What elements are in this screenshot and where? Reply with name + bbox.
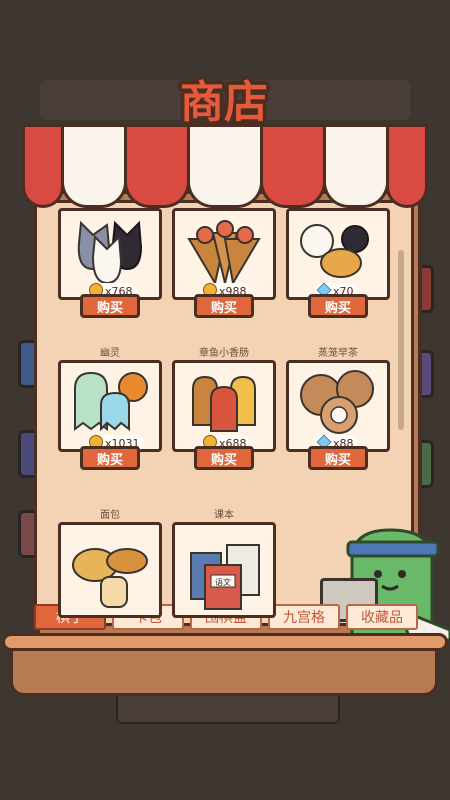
buy-button[interactable]: 购买 — [194, 446, 254, 470]
item-box: x1031 — [58, 360, 162, 452]
shop-item-card[interactable]: 章鱼小香肠 x688 购买 — [172, 348, 276, 470]
buy-button[interactable]: 购买 — [80, 294, 140, 318]
buy-button[interactable]: 购买 — [80, 446, 140, 470]
item-box — [58, 522, 162, 618]
awning-scallop — [386, 182, 428, 208]
textbook-pieces-icon: 语文 — [190, 544, 260, 610]
bread-pieces-icon — [72, 548, 148, 608]
shop-item-card[interactable]: 幽灵 x1031 购买 — [58, 348, 162, 470]
shop-title: 商店 — [180, 77, 268, 128]
shop-counter-front — [10, 646, 438, 696]
octopus-sausage-icon — [192, 375, 256, 432]
dog-pieces-icon — [300, 224, 369, 278]
item-box: x70 — [286, 208, 390, 300]
shop-item-card[interactable]: 蒸笼早茶 x88 购买 — [286, 348, 390, 470]
takoyaki-cone-icon — [187, 220, 261, 283]
shop-awning — [22, 124, 428, 208]
shop-item-card[interactable]: 课本 语文 — [172, 510, 276, 624]
item-name: 课本 — [214, 510, 234, 521]
scrollbar[interactable] — [398, 250, 404, 430]
item-name: 章鱼小香肠 — [199, 348, 249, 359]
item-box: x768 — [58, 208, 162, 300]
shop-item-card[interactable]: x70 购买 — [286, 198, 390, 318]
item-name: 面包 — [100, 510, 120, 521]
buy-button[interactable]: 购买 — [308, 294, 368, 318]
item-name: 幽灵 — [100, 348, 120, 359]
tab-nine-grid[interactable]: 九宫格 — [268, 604, 340, 630]
buy-button[interactable]: 购买 — [194, 294, 254, 318]
dim-sum-steamer-icon — [300, 370, 374, 434]
buy-button[interactable]: 购买 — [308, 446, 368, 470]
tab-collectibles[interactable]: 收藏品 — [346, 604, 418, 630]
item-box: 语文 — [172, 522, 276, 618]
item-name: 蒸笼早茶 — [318, 348, 358, 359]
ghost-pieces-icon — [74, 371, 148, 432]
item-box: x88 — [286, 360, 390, 452]
shop-item-card[interactable]: x768 购买 — [58, 198, 162, 318]
item-box: x688 — [172, 360, 276, 452]
shop-title-sign: 商店 — [164, 70, 284, 136]
item-box: x988 — [172, 208, 276, 300]
book-tag-text: 语文 — [215, 577, 231, 587]
shop-counter — [2, 633, 448, 651]
shop-item-card[interactable]: x988 购买 — [172, 198, 276, 318]
cat-pieces-icon — [77, 220, 143, 283]
shop-item-card[interactable]: 面包 — [58, 510, 162, 624]
